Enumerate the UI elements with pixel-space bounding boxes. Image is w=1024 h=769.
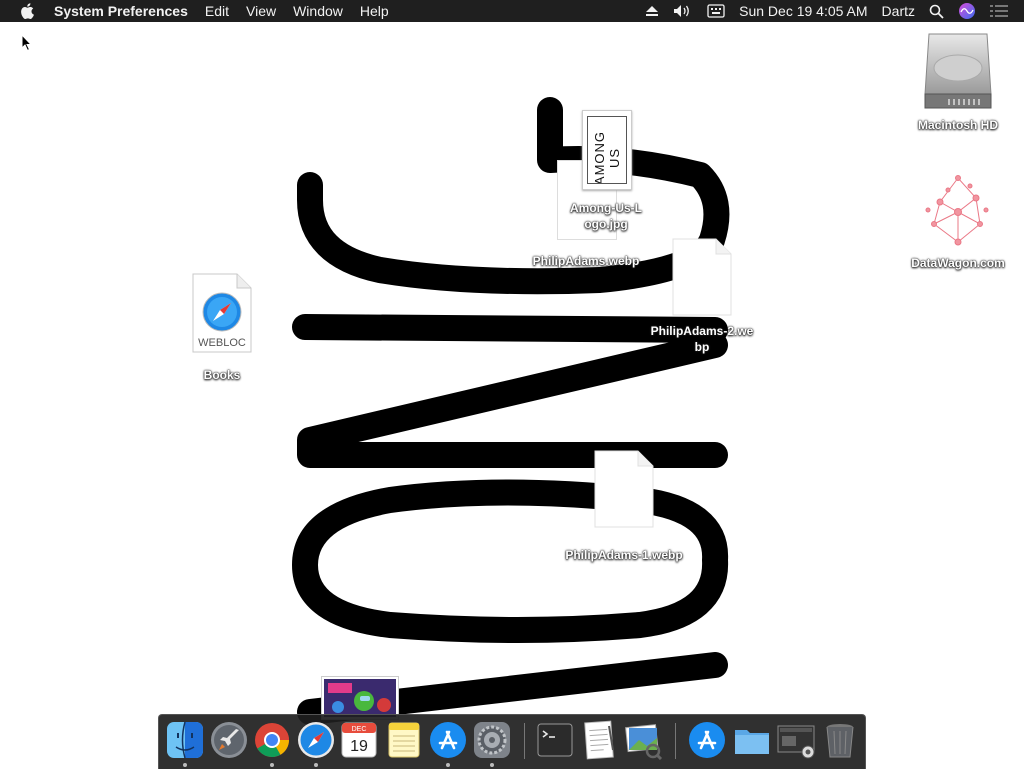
menu-help[interactable]: Help [360, 0, 389, 22]
clock-datetime[interactable]: Sun Dec 19 4:05 AM [739, 0, 867, 22]
siri-icon[interactable] [958, 2, 976, 20]
volume-icon[interactable] [673, 4, 693, 18]
desktop-icon-datawagon[interactable]: DataWagon.com [905, 172, 1011, 271]
app-store-icon [430, 722, 466, 758]
dock-finder[interactable] [165, 720, 205, 767]
dock-system-preferences[interactable] [472, 720, 512, 767]
eject-icon[interactable] [645, 5, 659, 17]
calendar-day: 19 [350, 738, 368, 755]
menu-view[interactable]: View [246, 0, 276, 22]
desktop-icon-philipadams-2-webp[interactable]: PhilipAdams-2.webp [640, 238, 764, 355]
safari-compass-icon [298, 722, 334, 758]
gear-icon [474, 722, 510, 758]
desktop-icon-label: PhilipAdams.webp [532, 254, 640, 268]
safari-webloc-file-icon: WEBLOC [192, 273, 252, 353]
user-name[interactable]: Dartz [882, 0, 915, 22]
datawagon-network-icon [925, 175, 989, 246]
mouse-cursor-icon [21, 34, 33, 52]
dock-separator [524, 723, 525, 759]
dock-chrome[interactable] [252, 720, 292, 767]
dock-safari[interactable] [296, 720, 336, 767]
among-us-logo-thumbnail[interactable]: AMONG US [582, 110, 632, 190]
apple-menu-icon[interactable] [20, 3, 36, 19]
dock-separator [675, 723, 676, 759]
blank-document-icon [672, 238, 732, 316]
desktop-icon-philipadams-webp[interactable]: PhilipAdams.webp [526, 253, 646, 269]
notification-center-icon[interactable] [990, 4, 1008, 18]
dock-terminal[interactable] [535, 720, 575, 760]
menu-bar: System Preferences Edit View Window Help… [0, 0, 1024, 22]
preview-photos-icon [625, 724, 663, 761]
desktop-icon-macintosh-hd[interactable]: Macintosh HD [905, 30, 1011, 133]
dock-screenshot-stack[interactable] [776, 720, 816, 760]
app-store-icon [689, 722, 725, 758]
input-menu-icon[interactable] [707, 4, 725, 18]
terminal-icon [537, 723, 573, 757]
launchpad-rocket-icon [211, 722, 247, 758]
among-us-preview-text: AMONG US [592, 130, 622, 184]
trash-icon [826, 724, 854, 758]
dock-trash[interactable] [820, 720, 860, 760]
menu-edit[interactable]: Edit [205, 0, 229, 22]
dock-downloads-folder[interactable] [732, 720, 772, 760]
finder-icon [167, 721, 203, 759]
menu-app-name[interactable]: System Preferences [54, 0, 188, 22]
spotlight-search-icon[interactable] [929, 4, 944, 19]
wallpaper-among-us-handwriting [292, 97, 730, 725]
dock-app-store-folder[interactable] [687, 720, 727, 760]
desktop-icon-among-us-logo[interactable]: Among-Us-Logo.jpg [548, 200, 664, 232]
folder-icon [735, 730, 769, 754]
dock-app-store[interactable] [428, 720, 468, 767]
dock-calendar[interactable]: DEC 19 [339, 720, 379, 760]
desktop-icon-label: PhilipAdams-2.webp [650, 324, 754, 354]
hard-drive-icon [924, 33, 992, 109]
blank-document-icon [594, 450, 654, 528]
desktop-icon-books-webloc[interactable]: WEBLOC Books [170, 272, 274, 383]
screenshot-file-icon [777, 725, 815, 759]
webloc-badge: WEBLOC [198, 337, 246, 349]
desktop-icon-label: Books [203, 368, 241, 382]
notes-icon [388, 722, 420, 758]
calendar-month: DEC [352, 726, 367, 733]
chrome-icon [255, 723, 289, 757]
desktop-icon-label: Among-Us-Logo.jpg [570, 201, 642, 231]
game-artwork-icon [324, 679, 396, 717]
desktop-icon-label: DataWagon.com [911, 256, 1005, 270]
desktop-icon-label: PhilipAdams-1.webp [565, 548, 683, 562]
calendar-icon: DEC 19 [341, 722, 377, 758]
textedit-document-icon [584, 720, 614, 760]
menu-window[interactable]: Window [293, 0, 343, 22]
dock-preview[interactable] [623, 720, 663, 761]
desktop-icon-philipadams-1-webp[interactable]: PhilipAdams-1.webp [562, 450, 686, 563]
desktop-icon-label: Macintosh HD [917, 118, 998, 132]
dock-launchpad[interactable] [209, 720, 249, 760]
dock: DEC 19 [158, 714, 866, 769]
dock-notes[interactable] [384, 720, 424, 760]
dock-textedit[interactable] [579, 720, 619, 760]
